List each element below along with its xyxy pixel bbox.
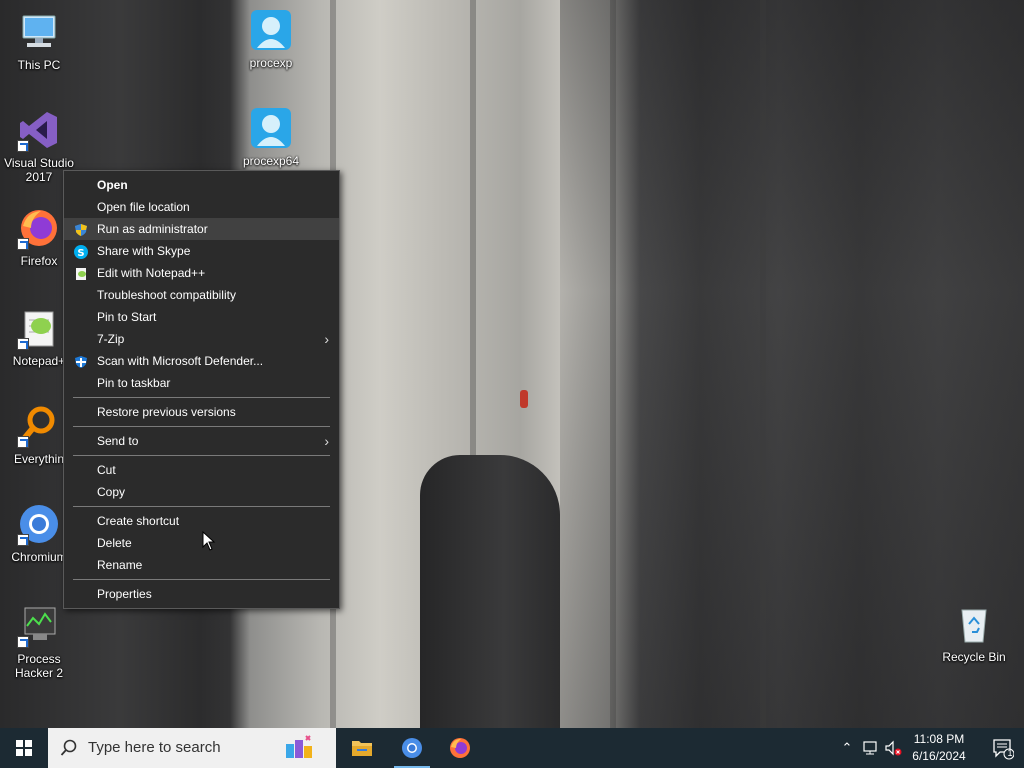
monitor-icon xyxy=(17,10,61,54)
menu-item-label: Scan with Microsoft Defender... xyxy=(97,354,264,368)
defender-shield-icon xyxy=(74,354,88,368)
chevron-right-icon: › xyxy=(324,433,329,449)
chevron-right-icon: › xyxy=(324,331,329,347)
menu-separator xyxy=(73,579,330,580)
shortcut-arrow-icon xyxy=(17,238,29,250)
desktop-icon-label: This PC xyxy=(17,58,61,72)
menu-item-label: Edit with Notepad++ xyxy=(97,266,206,280)
menu-item-label: Cut xyxy=(97,463,116,477)
menu-item-label: Restore previous versions xyxy=(97,405,236,419)
desktop-icon-label: procexp xyxy=(249,56,293,70)
menu-separator xyxy=(73,455,330,456)
menu-item-label: Run as administrator xyxy=(97,222,208,236)
menu-item-label: Open file location xyxy=(97,200,190,214)
wallpaper-climber xyxy=(520,390,528,408)
menu-item-rename[interactable]: Rename xyxy=(64,554,339,576)
desktop-icon-procexp64[interactable]: procexp64 xyxy=(233,106,309,168)
clock-date: 6/16/2024 xyxy=(912,749,966,763)
uac-shield-icon xyxy=(74,222,88,236)
clock-time: 11:08 PM xyxy=(913,732,965,746)
menu-item-label: Share with Skype xyxy=(97,244,191,258)
chromium-icon xyxy=(402,738,422,758)
desktop-icon-recycle-bin[interactable]: Recycle Bin xyxy=(936,602,1012,664)
taskbar-firefox[interactable] xyxy=(436,728,484,768)
shortcut-arrow-icon xyxy=(17,636,29,648)
recycle-bin-icon xyxy=(952,602,996,646)
desktop-icon-procexp[interactable]: procexp xyxy=(233,8,309,70)
menu-item-copy[interactable]: Copy xyxy=(64,481,339,503)
taskbar-chromium[interactable] xyxy=(388,728,436,768)
shortcut-arrow-icon xyxy=(17,140,29,152)
search-highlight-icon xyxy=(284,734,314,762)
menu-item-7zip[interactable]: 7-Zip › xyxy=(64,328,339,350)
menu-item-open-file-location[interactable]: Open file location xyxy=(64,196,339,218)
everything-search-icon xyxy=(17,404,61,448)
menu-item-pin-to-taskbar[interactable]: Pin to taskbar xyxy=(64,372,339,394)
menu-separator xyxy=(73,426,330,427)
desktop-icon-label: Process Hacker 2 xyxy=(14,652,64,680)
notepadpp-icon xyxy=(74,266,88,280)
menu-item-label: Create shortcut xyxy=(97,514,180,528)
menu-item-troubleshoot-compatibility[interactable]: Troubleshoot compatibility xyxy=(64,284,339,306)
svg-text:S: S xyxy=(77,248,84,259)
menu-item-label: Rename xyxy=(97,558,143,572)
menu-separator xyxy=(73,506,330,507)
desktop-icon-label: procexp64 xyxy=(242,154,300,168)
folder-icon xyxy=(352,741,372,756)
search-placeholder: Type here to search xyxy=(88,739,221,756)
chevron-up-icon[interactable]: ⌃ xyxy=(838,739,856,757)
notepadpp-icon xyxy=(17,306,61,350)
menu-item-label: Delete xyxy=(97,536,132,550)
taskbar-search-box[interactable]: Type here to search xyxy=(48,728,336,768)
menu-item-open[interactable]: Open xyxy=(64,174,339,196)
menu-item-label: Pin to taskbar xyxy=(97,376,171,390)
wallpaper-rock-pillar xyxy=(420,455,560,728)
menu-item-label: Properties xyxy=(97,587,152,601)
shortcut-arrow-icon xyxy=(17,338,29,350)
visual-studio-icon xyxy=(17,108,61,152)
menu-item-properties[interactable]: Properties xyxy=(64,583,339,605)
firefox-icon xyxy=(450,738,470,758)
chromium-icon xyxy=(17,502,61,546)
desktop-icon-this-pc[interactable]: This PC xyxy=(1,10,77,72)
taskbar: Type here to search ⌃ 11:08 PM 6/16/2024… xyxy=(0,728,1024,768)
windows-logo-icon xyxy=(16,740,32,756)
notification-count: 1 xyxy=(1007,748,1013,758)
procexp-icon xyxy=(249,8,293,52)
network-icon[interactable] xyxy=(862,739,880,757)
desktop-icon-process-hacker[interactable]: Process Hacker 2 xyxy=(1,604,77,680)
menu-item-create-shortcut[interactable]: Create shortcut xyxy=(64,510,339,532)
volume-muted-icon[interactable] xyxy=(884,739,902,757)
taskbar-clock[interactable]: 11:08 PM 6/16/2024 xyxy=(905,731,973,765)
menu-item-restore-previous-versions[interactable]: Restore previous versions xyxy=(64,401,339,423)
wallpaper-streak xyxy=(760,0,766,728)
desktop-icon-label: Recycle Bin xyxy=(942,650,1006,664)
menu-separator xyxy=(73,397,330,398)
menu-item-label: Open xyxy=(97,178,128,192)
menu-item-scan-with-defender[interactable]: Scan with Microsoft Defender... xyxy=(64,350,339,372)
taskbar-file-explorer[interactable] xyxy=(338,728,386,768)
menu-item-label: Pin to Start xyxy=(97,310,157,324)
firefox-icon xyxy=(17,206,61,250)
menu-item-share-with-skype[interactable]: S Share with Skype xyxy=(64,240,339,262)
start-button[interactable] xyxy=(0,728,48,768)
action-center-button[interactable]: 1 xyxy=(980,728,1024,768)
menu-item-label: Copy xyxy=(97,485,126,499)
shortcut-arrow-icon xyxy=(17,534,29,546)
menu-item-label: 7-Zip xyxy=(97,332,125,346)
wallpaper-streak xyxy=(610,0,616,728)
shortcut-arrow-icon xyxy=(17,436,29,448)
menu-item-cut[interactable]: Cut xyxy=(64,459,339,481)
skype-icon: S xyxy=(74,244,88,259)
menu-item-edit-with-notepadpp[interactable]: Edit with Notepad++ xyxy=(64,262,339,284)
menu-item-label: Troubleshoot compatibility xyxy=(97,288,236,302)
menu-item-pin-to-start[interactable]: Pin to Start xyxy=(64,306,339,328)
menu-item-send-to[interactable]: Send to › xyxy=(64,430,339,452)
menu-item-run-as-administrator[interactable]: Run as administrator xyxy=(64,218,339,240)
mouse-pointer-icon xyxy=(202,531,216,551)
menu-item-label: Send to xyxy=(97,434,139,448)
process-hacker-icon xyxy=(17,604,61,648)
procexp64-icon xyxy=(249,106,293,150)
search-icon xyxy=(60,739,78,757)
